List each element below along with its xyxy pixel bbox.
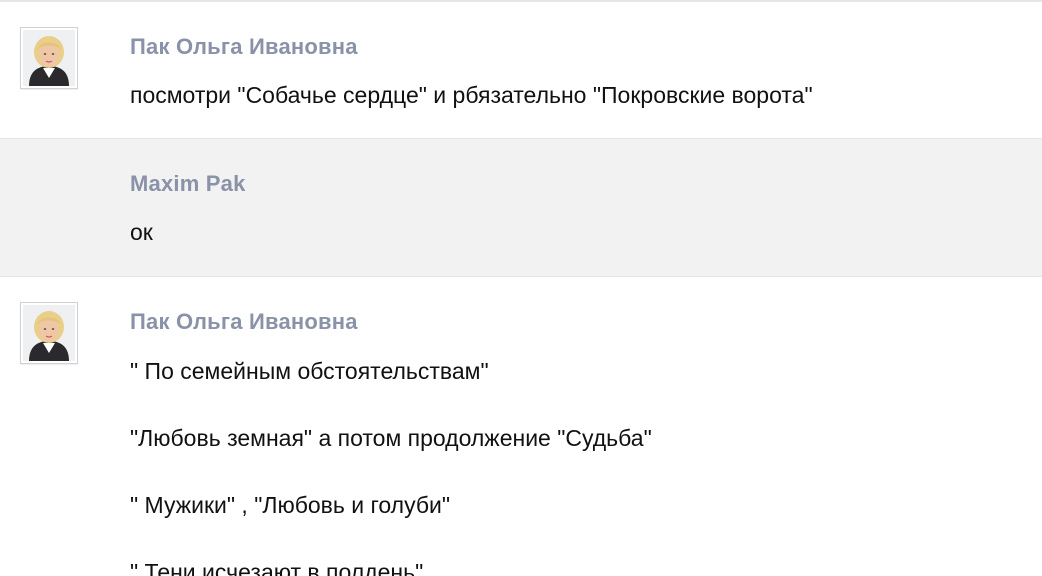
message-text-line: "Любовь земная" а потом продолжение "Суд… xyxy=(130,425,652,451)
message-text-line: " Мужики" , "Любовь и голуби" xyxy=(130,492,451,518)
message-author[interactable]: Пак Ольга Ивановна xyxy=(130,309,358,335)
chat-history: Пак Ольга Ивановна посмотри "Собачье сер… xyxy=(0,0,1042,576)
message-author[interactable]: Maxim Pak xyxy=(130,171,246,197)
avatar-photo xyxy=(23,305,75,361)
message-text: ок xyxy=(130,219,153,245)
message-author[interactable]: Пак Ольга Ивановна xyxy=(130,34,358,60)
message-text: посмотри "Собачье сердце" и рбязательно … xyxy=(130,82,813,108)
avatar[interactable] xyxy=(20,27,78,89)
message-text-line: " Тени исчезают в полдень" xyxy=(130,559,424,576)
message-item: Пак Ольга Ивановна посмотри "Собачье сер… xyxy=(0,2,1042,139)
message-item: Maxim Pak ок xyxy=(0,139,1042,277)
avatar[interactable] xyxy=(20,302,78,364)
message-item: Пак Ольга Ивановна " По семейным обстоят… xyxy=(0,277,1042,576)
message-text-line: " По семейным обстоятельствам" xyxy=(130,358,489,384)
avatar-photo xyxy=(23,30,75,86)
